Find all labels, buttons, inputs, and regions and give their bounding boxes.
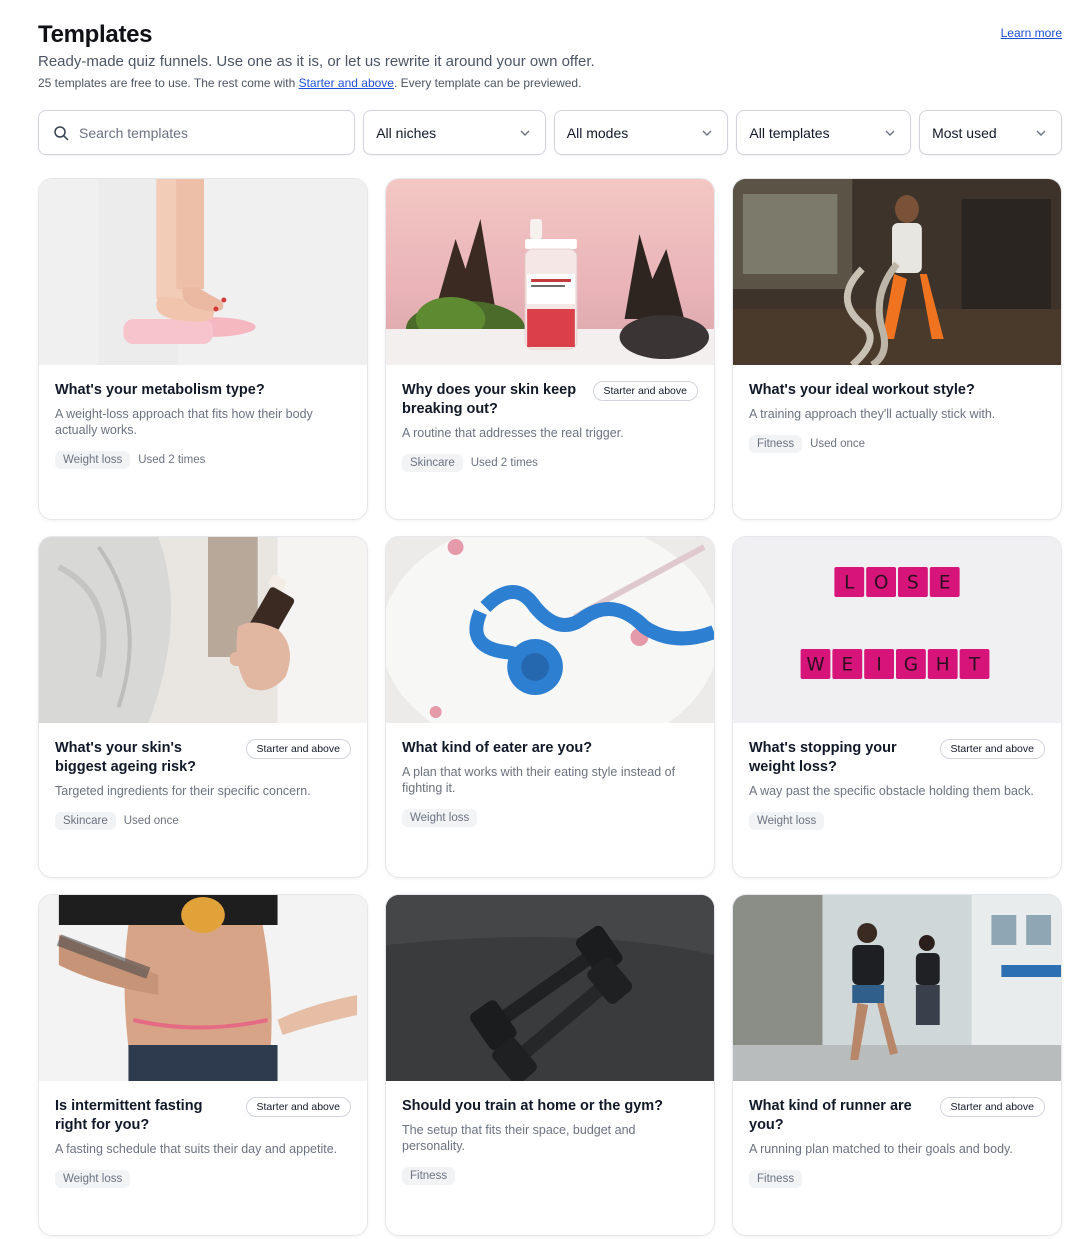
plan-note-suffix: . Every template can be previewed.: [393, 76, 582, 90]
card-description: A fasting schedule that suits their day …: [55, 1142, 338, 1156]
template-card[interactable]: What's your ideal workout style? A train…: [732, 178, 1062, 520]
hand-bottle-image: [39, 537, 367, 723]
template-card[interactable]: What's your metabolism type? A weight-lo…: [38, 178, 368, 520]
card-title: What kind of runner are you?: [749, 1098, 912, 1133]
lose-tile-letter: S: [907, 573, 919, 594]
usage-count: Used once: [123, 815, 179, 827]
card-title: Why does your skin keep breaking out?: [402, 382, 577, 417]
card-description: Targeted ingredients for their specific …: [55, 784, 311, 798]
serum-bottle-image: [386, 179, 714, 365]
weight-tile-letter: E: [841, 655, 853, 676]
chevron-down-icon: [885, 130, 895, 136]
niche-tag: Skincare: [402, 454, 463, 472]
weight-tile-letter: G: [904, 655, 918, 676]
sort-select[interactable]: Most used: [919, 110, 1062, 155]
plan-badge: Starter and above: [939, 1097, 1045, 1117]
usage-count: Used once: [810, 438, 866, 450]
mode-select-value: All modes: [566, 124, 629, 141]
card-title: What's your metabolism type?: [55, 382, 265, 398]
lose-tile-letter: O: [874, 573, 889, 594]
card-description: A running plan matched to their goals an…: [749, 1142, 1013, 1156]
search-box[interactable]: [38, 110, 356, 155]
plan-badge: Starter and above: [592, 381, 698, 401]
niche-tag: Fitness: [749, 435, 803, 453]
plan-badge: Starter and above: [939, 739, 1045, 759]
starter-plan-link[interactable]: Starter and above: [299, 76, 394, 90]
search-input[interactable]: [79, 124, 299, 141]
card-description: The setup that fits their space, budget …: [402, 1123, 636, 1153]
template-card[interactable]: What's your skin's biggest ageing risk? S…: [38, 536, 368, 878]
lose-tile-letter: L: [844, 573, 855, 594]
battle-ropes-image: [733, 179, 1061, 365]
usage-count: Used 2 times: [470, 457, 538, 469]
waist-measure-image: [39, 895, 367, 1081]
niche-tag: Weight loss: [402, 809, 478, 827]
lose-weight-tiles-image: LOSE WEIGHT: [733, 537, 1061, 723]
niche-tag: Skincare: [55, 812, 116, 830]
feet-on-scale-image: [39, 179, 367, 365]
template-card[interactable]: Is intermittent fasting right for you? St…: [38, 894, 368, 1236]
template-card[interactable]: Should you train at home or the gym? The…: [385, 894, 715, 1236]
niche-tag: Weight loss: [55, 1170, 131, 1188]
niche-select[interactable]: All niches: [363, 110, 546, 155]
card-title: Is intermittent fasting right for you?: [55, 1098, 203, 1133]
niche-tag: Weight loss: [749, 812, 825, 830]
card-title: Should you train at home or the gym?: [402, 1098, 664, 1114]
plan-note-prefix: 25 templates are free to use. The rest c…: [38, 76, 299, 90]
tape-plate-image: [386, 537, 714, 723]
weight-tile-letter: H: [936, 655, 950, 676]
lose-tile-letter: E: [939, 573, 951, 594]
template-grid: What's your metabolism type? A weight-lo…: [38, 178, 1062, 1236]
weight-tile-letter: I: [876, 655, 881, 676]
mode-select[interactable]: All modes: [553, 110, 729, 155]
dumbbells-image: [386, 895, 714, 1081]
card-title: What kind of eater are you?: [402, 740, 593, 756]
template-card[interactable]: What kind of runner are you? Starter and …: [732, 894, 1062, 1236]
sort-select-value: Most used: [932, 124, 997, 141]
page-header: Templates Ready-made quiz funnels. Use o…: [38, 20, 1062, 91]
template-type-select[interactable]: All templates: [736, 110, 912, 155]
card-description: A routine that addresses the real trigge…: [402, 426, 624, 440]
weight-tile-letter: W: [806, 655, 824, 676]
plan-badge: Starter and above: [245, 1097, 351, 1117]
niche-tag: Fitness: [402, 1167, 456, 1185]
niche-select-value: All niches: [376, 124, 437, 141]
chevron-down-icon: [520, 130, 530, 136]
template-card[interactable]: Why does your skin keep breaking out? Sta…: [385, 178, 715, 520]
card-description: A way past the specific obstacle holding…: [749, 784, 1034, 798]
page-subtitle: Ready-made quiz funnels. Use one as it i…: [38, 53, 595, 70]
template-card[interactable]: What kind of eater are you? A plan that …: [385, 536, 715, 878]
learn-more-link[interactable]: Learn more: [1001, 26, 1062, 40]
weight-tile-letter: T: [968, 655, 981, 676]
page-title: Templates: [38, 21, 153, 48]
search-icon: [54, 125, 69, 140]
card-title: What's your ideal workout style?: [749, 382, 975, 398]
card-title: What's stopping your weight loss?: [749, 740, 897, 775]
template-card[interactable]: LOSE WEIGHT What's stopping your weight …: [732, 536, 1062, 878]
card-title: What's your skin's biggest ageing risk?: [55, 740, 196, 775]
card-description: A training approach they'll actually sti…: [749, 407, 996, 421]
chevron-down-icon: [1036, 130, 1046, 136]
niche-tag: Weight loss: [55, 451, 131, 469]
niche-tag: Fitness: [749, 1170, 803, 1188]
chevron-down-icon: [702, 130, 712, 136]
filter-bar: All niches All modes All templates Most …: [38, 110, 1062, 155]
plan-note: 25 templates are free to use. The rest c…: [38, 75, 1062, 91]
card-description: A weight-loss approach that fits how the…: [55, 407, 313, 437]
plan-badge: Starter and above: [245, 739, 351, 759]
card-description: A plan that works with their eating styl…: [402, 765, 676, 795]
runners-image: [733, 895, 1061, 1081]
usage-count: Used 2 times: [138, 454, 206, 466]
template-type-select-value: All templates: [749, 124, 830, 141]
